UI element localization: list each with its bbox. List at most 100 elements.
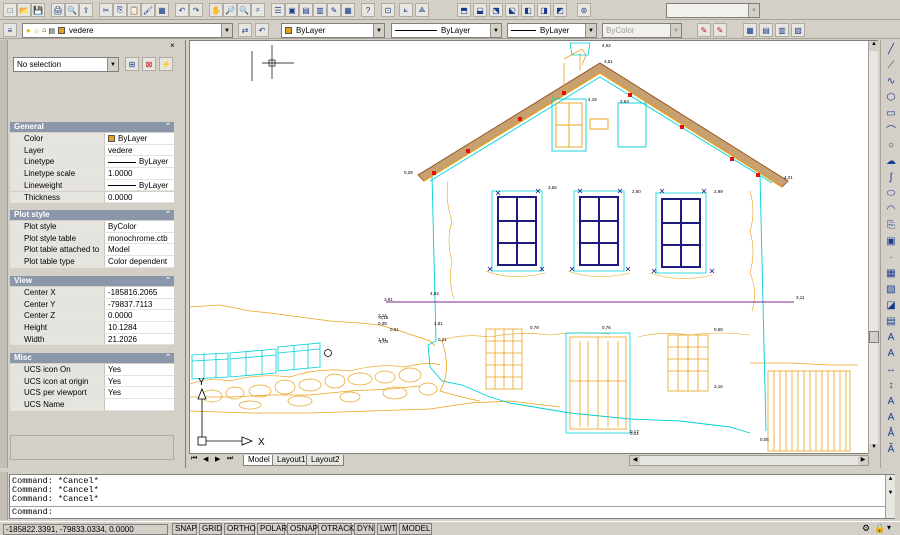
color-combo[interactable]: ByLayer ▼ xyxy=(281,23,385,38)
property-value[interactable] xyxy=(106,399,174,410)
publish-icon[interactable]: ⇪ xyxy=(79,3,93,17)
property-row[interactable]: Plot style ByColor xyxy=(10,221,174,233)
status-toggle-ortho[interactable]: ORTHO xyxy=(224,523,256,535)
drawing-canvas[interactable]: 4,62 4,51 4,19 3,63 3,56 2,50 2,99 4,21 0,29 3,91… xyxy=(189,40,879,455)
open-icon[interactable]: 📂 xyxy=(17,3,31,17)
redo-icon[interactable]: ↷ xyxy=(189,3,203,17)
paste-icon[interactable]: 📋 xyxy=(127,3,141,17)
multiline-text-icon[interactable]: A xyxy=(884,410,898,424)
collapse-chevron-icon[interactable]: ⌃ xyxy=(165,276,171,286)
layer-combo[interactable]: ● ☼ ⌂ ▤ vedere ▼ xyxy=(22,23,233,38)
hatch-icon[interactable]: ▦ xyxy=(884,266,898,280)
field-icon[interactable]: Ã xyxy=(884,442,898,456)
layer-manager-icon[interactable]: ≡ xyxy=(3,23,17,37)
tab-model[interactable]: Model xyxy=(243,455,275,466)
named-views-combo[interactable]: ▼ xyxy=(666,3,760,18)
plot-preview-icon[interactable]: 🔍 xyxy=(65,3,79,17)
property-row[interactable]: UCS icon On Yes xyxy=(10,364,174,376)
coordinates-readout[interactable]: -185822.3391, -79833.0334, 0.0000 xyxy=(3,524,168,535)
make-current-layer-icon[interactable]: ⇄ xyxy=(238,23,252,37)
collapse-chevron-icon[interactable]: ⌃ xyxy=(165,210,171,220)
linetype-combo[interactable]: ByLayer ▼ xyxy=(391,23,502,38)
command-window[interactable]: Command: *Cancel* Command: *Cancel* Comm… xyxy=(9,474,895,519)
tab-nav-last-icon[interactable]: ⏭ xyxy=(227,455,233,463)
design-center-icon[interactable]: ▣ xyxy=(285,3,299,17)
new-icon[interactable]: □ xyxy=(3,3,17,17)
make-block-icon[interactable]: ▣ xyxy=(884,234,898,248)
property-value[interactable]: -79837.7113 xyxy=(106,299,174,310)
canvas-hscrollbar[interactable]: ◀ ▶ xyxy=(629,455,869,466)
section-header-plot-style[interactable]: Plot style ⌃ xyxy=(10,210,174,220)
property-value[interactable]: 1.0000 xyxy=(106,168,174,179)
section-header-view[interactable]: View ⌃ xyxy=(10,276,174,286)
ucs-icon[interactable]: ⟀ xyxy=(399,3,413,17)
ellipse-icon[interactable]: ⬭ xyxy=(884,186,898,200)
view-6-icon[interactable]: ◨ xyxy=(537,3,551,17)
gradient-icon[interactable]: ▧ xyxy=(884,282,898,296)
property-value[interactable]: vedere xyxy=(106,145,174,156)
property-value[interactable]: 10.1284 xyxy=(106,322,174,333)
zoom-window-icon[interactable]: 🔍 xyxy=(237,3,251,17)
status-toggle-model[interactable]: MODEL xyxy=(399,523,432,535)
section-header-misc[interactable]: Misc ⌃ xyxy=(10,353,174,363)
selection-combo[interactable]: No selection ▼ xyxy=(13,57,119,72)
status-toggle-lwt[interactable]: LWT xyxy=(377,523,397,535)
property-value[interactable]: Color dependent xyxy=(106,256,174,267)
text-icon[interactable]: A xyxy=(884,394,898,408)
mtext-icon[interactable]: A xyxy=(884,330,898,344)
status-menu-icon[interactable]: ▾ xyxy=(887,523,891,532)
status-toggle-dyn[interactable]: DYN xyxy=(354,523,375,535)
properties-icon[interactable]: ☰ xyxy=(271,3,285,17)
property-value[interactable]: ByLayer xyxy=(106,133,174,144)
property-value[interactable]: ByLayer xyxy=(106,180,174,191)
cut-icon[interactable]: ✂ xyxy=(99,3,113,17)
dimension-icon[interactable]: ↔ xyxy=(884,362,898,376)
property-row[interactable]: Center Y -79837.7113 xyxy=(10,298,174,311)
view-4-icon[interactable]: ⬕ xyxy=(505,3,519,17)
property-value[interactable]: ByColor xyxy=(106,221,174,232)
point-icon[interactable]: · xyxy=(884,250,898,264)
property-value[interactable]: 0.0000 xyxy=(106,310,174,321)
help-icon[interactable]: ? xyxy=(361,3,375,17)
status-toggle-otrack[interactable]: OTRACK xyxy=(318,523,354,535)
palette-grip[interactable] xyxy=(0,40,8,468)
ellipse-arc-icon[interactable]: ◠ xyxy=(884,202,898,216)
markup-set-icon[interactable]: ✎ xyxy=(697,23,711,37)
table-icon[interactable]: ▤ xyxy=(884,314,898,328)
property-value[interactable]: -185816.2065 xyxy=(106,287,174,298)
tab-nav-prev-icon[interactable]: ◀ xyxy=(203,455,208,463)
property-row[interactable]: UCS per viewport Yes xyxy=(10,387,174,400)
construction-line-icon[interactable]: ⟋ xyxy=(884,58,898,72)
view-5-icon[interactable]: ◧ xyxy=(521,3,535,17)
window-close-icon[interactable]: ▧ xyxy=(791,23,805,37)
property-row[interactable]: Center X -185816.2065 xyxy=(10,287,174,299)
status-toggle-grid[interactable]: GRID xyxy=(199,523,222,535)
tab-layout2[interactable]: Layout2 xyxy=(306,455,345,466)
property-row[interactable]: Width 21.2026 xyxy=(10,333,174,346)
zoom-realtime-icon[interactable]: 🔎 xyxy=(223,3,237,17)
undo-icon[interactable]: ↶ xyxy=(175,3,189,17)
window-tile-icon[interactable]: ▦ xyxy=(743,23,757,37)
view-1-icon[interactable]: ⬒ xyxy=(457,3,471,17)
view-2-icon[interactable]: ⬓ xyxy=(473,3,487,17)
command-prompt[interactable]: Command: xyxy=(12,508,53,517)
vscroll-thumb[interactable] xyxy=(869,331,879,343)
select-objects-icon[interactable]: ⊠ xyxy=(142,57,156,71)
tool-palettes-icon[interactable]: ▤ xyxy=(299,3,313,17)
sheet-set-icon[interactable]: ▥ xyxy=(313,3,327,17)
calculator-icon[interactable]: ▦ xyxy=(341,3,355,17)
circle-icon[interactable]: ○ xyxy=(884,138,898,152)
status-toggle-snap[interactable]: SNAP xyxy=(172,523,197,535)
tab-nav-first-icon[interactable]: ⏮ xyxy=(191,455,197,463)
insert-block-icon[interactable]: ⎘ xyxy=(884,218,898,232)
property-value[interactable]: monochrome.ctb xyxy=(106,233,174,244)
polygon-icon[interactable]: ⬡ xyxy=(884,90,898,104)
hscroll-right-arrow[interactable]: ▶ xyxy=(858,456,868,465)
copy-icon[interactable]: ⎘ xyxy=(113,3,127,17)
block-editor-icon[interactable]: ▦ xyxy=(155,3,169,17)
property-row[interactable]: UCS icon at origin Yes xyxy=(10,375,174,388)
status-toggle-osnap[interactable]: OSNAP xyxy=(287,523,318,535)
layer-previous-icon[interactable]: ↶ xyxy=(255,23,269,37)
house-elevation-drawing[interactable]: 4,62 4,51 4,19 3,63 3,56 2,50 2,99 4,21 0,29 3,91… xyxy=(189,41,879,455)
arc-icon[interactable]: ⌒ xyxy=(884,122,898,137)
